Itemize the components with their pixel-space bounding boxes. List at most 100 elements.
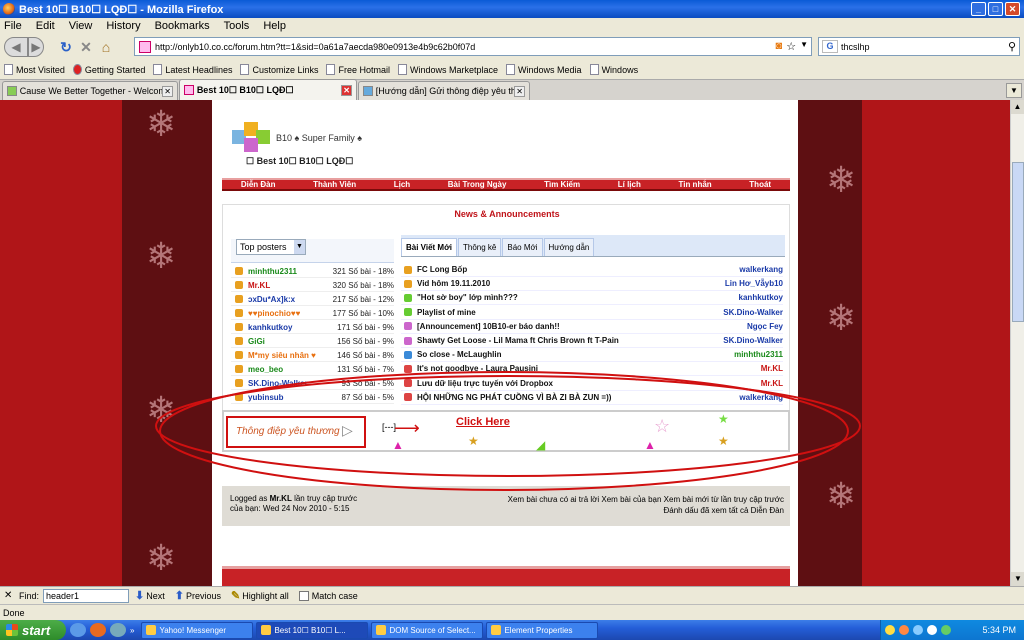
url-dropdown-icon[interactable]: ▼	[800, 40, 808, 53]
post-title-link[interactable]: Shawty Get Loose - Lil Mama ft Chris Bro…	[417, 336, 619, 345]
search-input[interactable]: thcslhp	[841, 42, 870, 52]
bookmark-windows-media[interactable]: Windows Media	[506, 64, 582, 75]
tab-close-icon[interactable]: ✕	[514, 85, 525, 97]
back-icon[interactable]: ◀	[4, 37, 28, 57]
bookmark-free-hotmail[interactable]: Free Hotmail	[326, 64, 390, 75]
menu-tools[interactable]: Tools	[224, 20, 250, 32]
taskbar-item[interactable]: Element Properties	[486, 621, 599, 639]
tab-list-dropdown-icon[interactable]: ▼	[1006, 83, 1022, 98]
logged-user[interactable]: Mr.KL	[270, 494, 292, 503]
nav-dien-dan[interactable]: Diễn Đàn	[241, 180, 276, 189]
desktop-quicklaunch-icon[interactable]	[110, 623, 126, 637]
search-box[interactable]: G thcslhp ⚲	[818, 37, 1020, 56]
post-author-link[interactable]: Lin Hơ_Vẫyb10	[725, 279, 783, 288]
bookmark-windows[interactable]: Windows	[589, 64, 638, 75]
menu-bookmarks[interactable]: Bookmarks	[155, 20, 210, 32]
bookmark-star-icon[interactable]: ☆	[786, 40, 796, 53]
footer-links-line1[interactable]: Xem bài chưa có ai trả lời Xem bài của b…	[508, 495, 784, 504]
find-input[interactable]	[43, 588, 130, 603]
network-icon[interactable]	[941, 625, 951, 635]
nav-tin-nhan[interactable]: Tin nhắn	[678, 180, 711, 189]
google-icon[interactable]: G	[822, 40, 838, 53]
home-icon[interactable]: ⌂	[96, 39, 116, 55]
search-icon[interactable]: ⚲	[1008, 40, 1016, 53]
post-author-link[interactable]: minhthu2311	[734, 350, 783, 359]
post-author-link[interactable]: kanhkutkoy	[739, 293, 783, 302]
menu-help[interactable]: Help	[263, 20, 286, 32]
tab-close-icon[interactable]: ✕	[341, 84, 352, 96]
start-button[interactable]: start	[0, 620, 66, 640]
post-author-link[interactable]: SK.Dino-Walker	[723, 336, 783, 345]
menu-history[interactable]: History	[106, 20, 140, 32]
post-title-link[interactable]: HỘI NHỮNG NG PHÁT CUỒNG VÌ BÀ ZI BÀ ZUN …	[417, 393, 611, 402]
poster-name[interactable]: ɔxDu*Ax]k:x	[248, 295, 332, 304]
poster-name[interactable]: yubinsub	[248, 393, 332, 402]
poster-name[interactable]: meo_beo	[248, 365, 332, 374]
post-author-link[interactable]: Mr.KL	[761, 379, 783, 388]
chevron-down-icon[interactable]: ▼	[294, 240, 305, 254]
tab-huong-dan[interactable]: [Hướng dẫn] Gửi thông điệp yêu thương ✕	[358, 81, 530, 100]
scroll-thumb[interactable]	[1012, 162, 1024, 322]
chevron-icon[interactable]: »	[130, 626, 134, 635]
bookmark-windows-marketplace[interactable]: Windows Marketplace	[398, 64, 498, 75]
click-here-link[interactable]: Click Here	[456, 416, 510, 428]
tab-bai-viet-moi[interactable]: Bài Viết Mới	[401, 238, 457, 256]
tray-icon[interactable]	[899, 625, 909, 635]
poster-name[interactable]: Mr.KL	[248, 281, 332, 290]
nav-bai-trong-ngay[interactable]: Bài Trong Ngày	[448, 180, 507, 189]
tab-huong-dan-posts[interactable]: Hướng dẫn	[543, 238, 595, 256]
menu-edit[interactable]: Edit	[36, 20, 55, 32]
maximize-icon[interactable]: □	[988, 2, 1003, 16]
nav-thoat[interactable]: Thoát	[749, 180, 771, 189]
nav-lich[interactable]: Lịch	[394, 180, 410, 189]
post-title-link[interactable]: It's not goodbye - Laura Pausini	[417, 364, 538, 373]
match-case-checkbox[interactable]: Match case	[298, 590, 358, 601]
tray-icon[interactable]	[913, 625, 923, 635]
menu-file[interactable]: File	[4, 20, 22, 32]
address-bar[interactable]: http://onlyb10.co.cc/forum.htm?tt=1&sid=…	[134, 37, 812, 56]
bookmark-latest-headlines[interactable]: Latest Headlines	[153, 64, 232, 75]
poster-name[interactable]: minhthu2311	[248, 267, 332, 276]
bookmark-customize-links[interactable]: Customize Links	[240, 64, 318, 75]
highlight-all-button[interactable]: ✎ Highlight all	[231, 589, 289, 602]
poster-name[interactable]: ♥♥pinochio♥♥	[248, 309, 332, 318]
bookmark-most-visited[interactable]: Most Visited	[4, 64, 65, 75]
poster-name[interactable]: GiGi	[248, 337, 332, 346]
nav-thanh-vien[interactable]: Thành Viên	[313, 180, 356, 189]
vertical-scrollbar[interactable]: ▲ ▼	[1010, 100, 1024, 586]
checkbox-icon[interactable]	[298, 590, 309, 601]
find-previous-button[interactable]: ⬆ Previous	[175, 589, 221, 602]
post-title-link[interactable]: [Announcement] 10B10-er báo danh!!	[417, 322, 560, 331]
firefox-quicklaunch-icon[interactable]	[90, 623, 106, 637]
poster-name[interactable]: kanhkutkoy	[248, 323, 332, 332]
menu-view[interactable]: View	[69, 20, 93, 32]
post-title-link[interactable]: So close - McLaughlin	[417, 350, 501, 359]
close-icon[interactable]: ✕	[1005, 2, 1020, 16]
poster-name[interactable]: SK.Dino-Walker	[248, 379, 332, 388]
post-title-link[interactable]: "Hot sờ boy" lớp mình???	[417, 293, 518, 302]
reload-icon[interactable]: ↻	[56, 39, 76, 56]
site-logo[interactable]	[232, 122, 272, 152]
rss-icon[interactable]: ◙	[776, 40, 783, 53]
tray-icon[interactable]	[885, 625, 895, 635]
volume-icon[interactable]	[927, 625, 937, 635]
top-posters-select[interactable]: Top posters ▼	[236, 239, 306, 255]
minimize-icon[interactable]: _	[971, 2, 986, 16]
tab-cause-we-better-together[interactable]: Cause We Better Together - Welcome t... …	[2, 81, 178, 100]
scroll-down-icon[interactable]: ▼	[1011, 572, 1024, 586]
tab-thong-ke[interactable]: Thông kê	[458, 238, 502, 256]
post-title-link[interactable]: Playlist of mine	[417, 308, 476, 317]
mark-all-read-link[interactable]: Đánh dấu đã xem tất cả Diễn Đàn	[663, 506, 784, 515]
tab-best10[interactable]: Best 10☐ B10☐ LQĐ☐ ✕	[179, 79, 357, 100]
nav-li-lich[interactable]: Lí lịch	[618, 180, 641, 189]
tab-close-icon[interactable]: ✕	[162, 85, 173, 97]
stop-icon[interactable]: ✕	[76, 39, 96, 56]
ie-quicklaunch-icon[interactable]	[70, 623, 86, 637]
forward-icon[interactable]: ▶	[28, 37, 44, 57]
taskbar-item[interactable]: Best 10☐ B10☐ L...	[256, 621, 369, 639]
post-title-link[interactable]: Lưu dữ liệu trực tuyến với Dropbox	[417, 379, 553, 388]
post-author-link[interactable]: walkerkang	[739, 393, 783, 402]
address-url[interactable]: http://onlyb10.co.cc/forum.htm?tt=1&sid=…	[155, 42, 475, 52]
post-author-link[interactable]: Ngọc Fey	[747, 322, 783, 331]
poster-name[interactable]: M*my siêu nhân ♥	[248, 351, 332, 360]
